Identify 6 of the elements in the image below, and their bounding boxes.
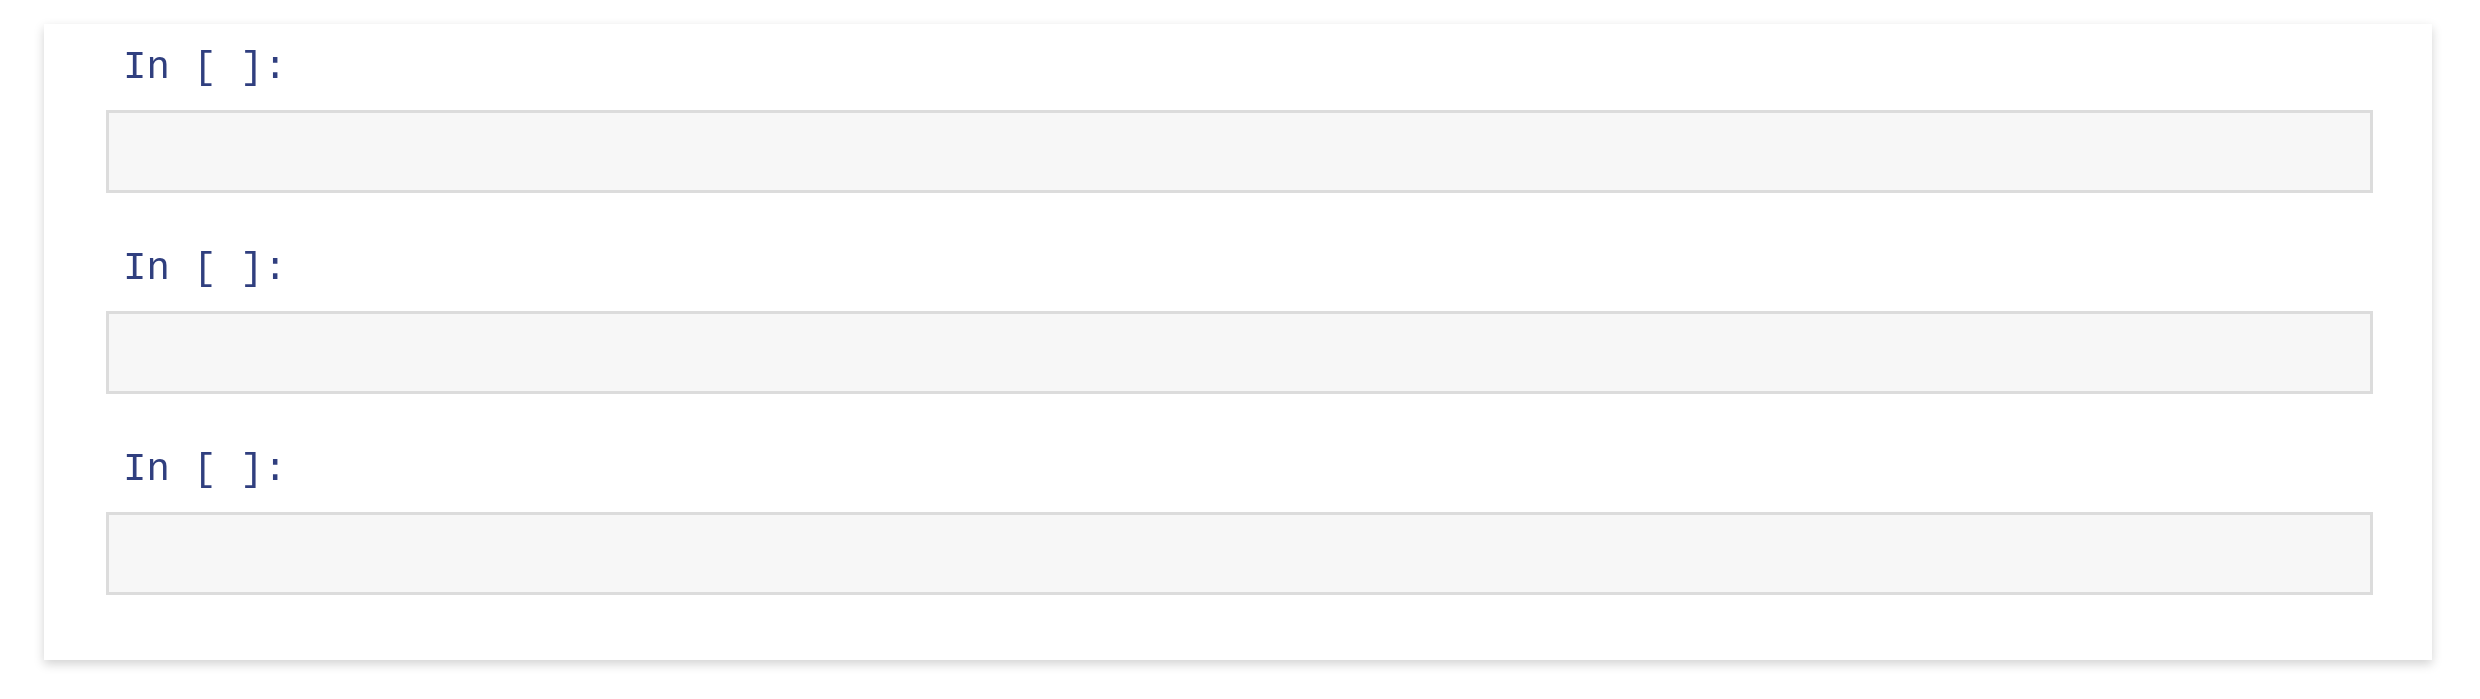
input-prompt: In [ ]: — [122, 247, 287, 291]
input-prompt: In [ ]: — [122, 46, 287, 90]
code-input-field[interactable] — [106, 512, 2373, 595]
input-prompt: In [ ]: — [122, 448, 287, 492]
code-input-field[interactable] — [106, 110, 2373, 193]
code-input-field[interactable] — [106, 311, 2373, 394]
